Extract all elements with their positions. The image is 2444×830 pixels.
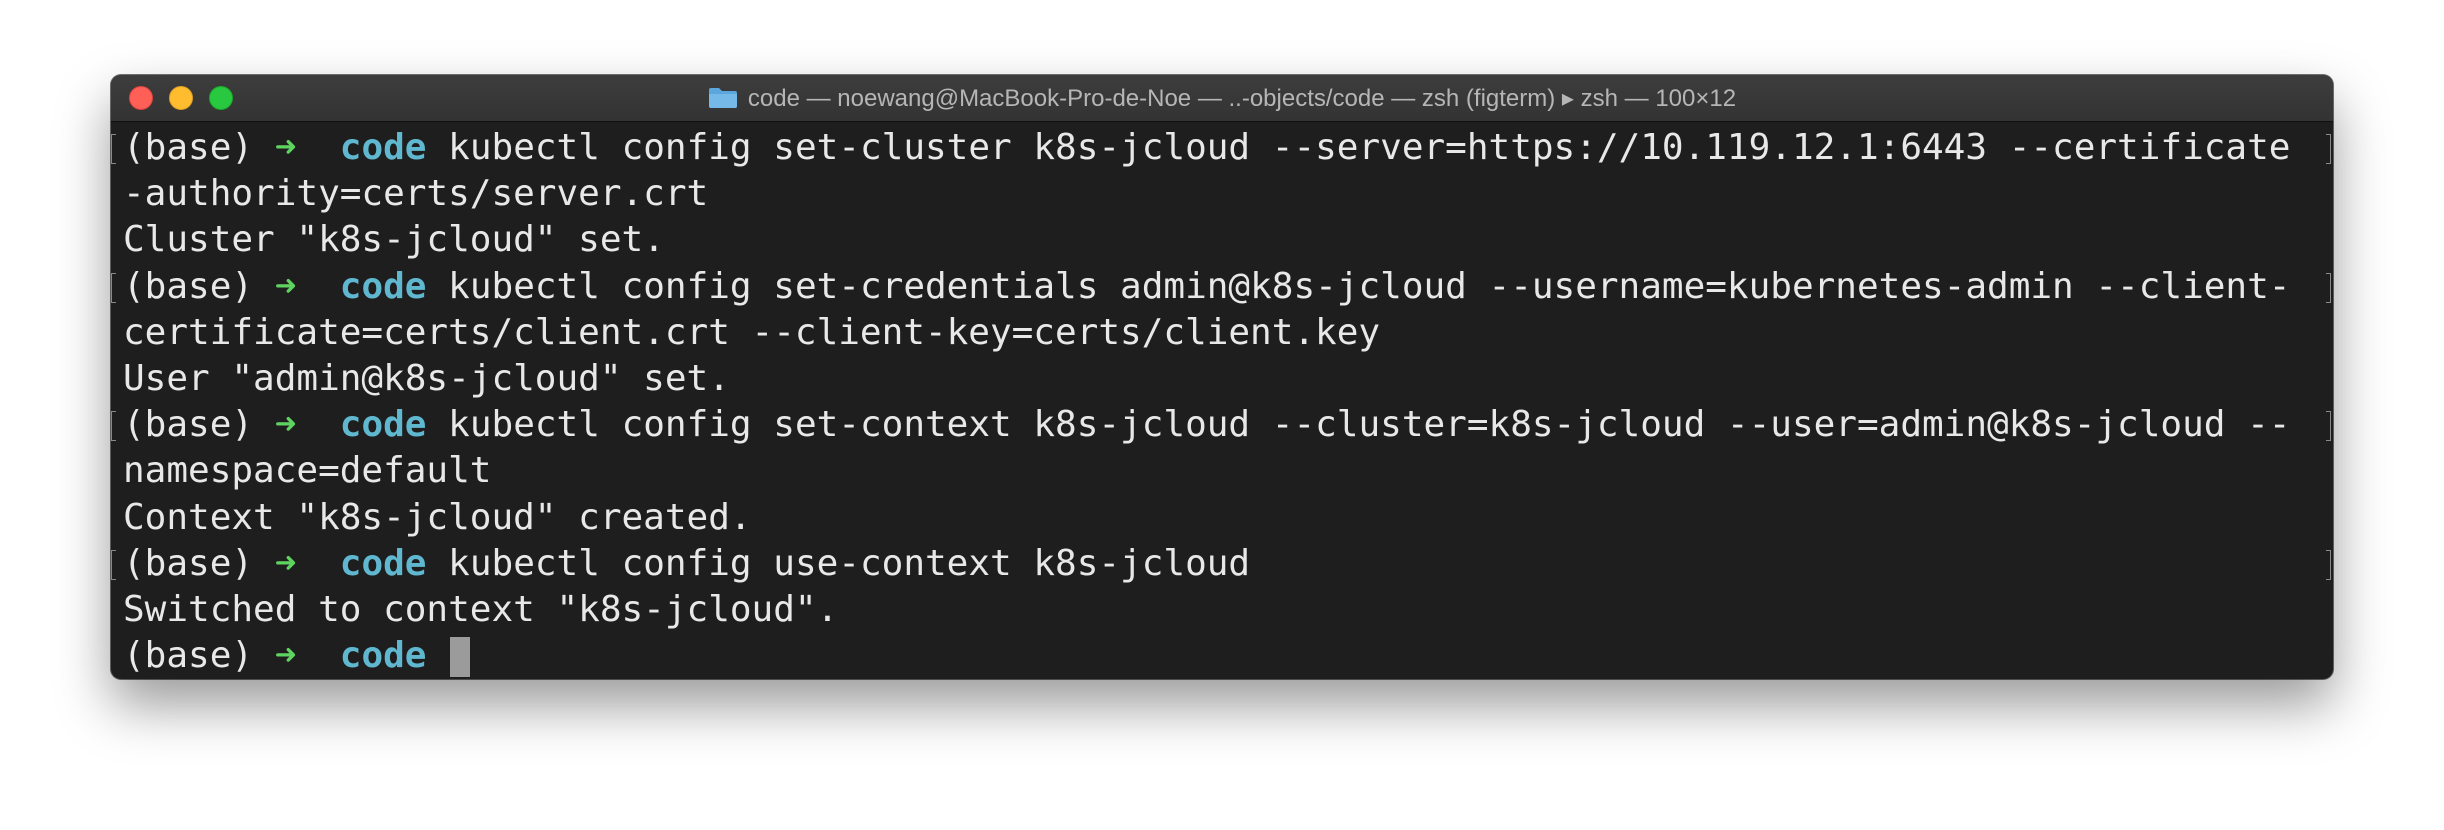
line-mark-right bbox=[2326, 549, 2331, 580]
line-mark-left bbox=[111, 411, 116, 442]
output-line: certificate=certs/client.crt --client-ke… bbox=[111, 310, 2333, 356]
window-title-area: code — noewang@MacBook-Pro-de-Noe — ..-o… bbox=[111, 75, 2333, 121]
command-text: kubectl config set-credentials admin@k8s… bbox=[448, 265, 2291, 307]
output-line: Cluster "k8s-jcloud" set. bbox=[111, 217, 2333, 263]
prompt-env: (base) bbox=[123, 635, 254, 677]
prompt-dir: code bbox=[339, 404, 427, 446]
output-line: -authority=certs/server.crt bbox=[111, 171, 2333, 217]
line-mark-left bbox=[111, 134, 116, 164]
terminal-window[interactable]: code — noewang@MacBook-Pro-de-Noe — ..-o… bbox=[111, 75, 2333, 679]
line-mark-left bbox=[111, 272, 116, 303]
prompt-env: (base) bbox=[123, 127, 254, 168]
prompt-dir: code bbox=[339, 127, 427, 168]
prompt-arrow-icon: ➜ bbox=[274, 265, 297, 307]
output-line: User "admin@k8s-jcloud" set. bbox=[111, 356, 2333, 402]
output-text: -authority=certs/server.crt bbox=[123, 173, 709, 215]
output-text: Cluster "k8s-jcloud" set. bbox=[123, 219, 665, 261]
prompt-arrow-icon: ➜ bbox=[274, 542, 297, 584]
line-mark-right bbox=[2326, 134, 2331, 164]
output-text: Context "k8s-jcloud" created. bbox=[123, 496, 752, 538]
line-mark-right bbox=[2326, 272, 2331, 303]
prompt-dir: code bbox=[339, 635, 427, 677]
text-cursor[interactable] bbox=[450, 637, 471, 678]
terminal-output[interactable]: (base) ➜ code kubectl config set-cluster… bbox=[111, 122, 2333, 679]
prompt-arrow-icon: ➜ bbox=[274, 404, 297, 446]
prompt: (base) ➜ code bbox=[123, 127, 448, 168]
output-text: namespace=default bbox=[123, 450, 492, 492]
command-line: (base) ➜ code bbox=[111, 633, 2333, 679]
prompt: (base) ➜ code bbox=[123, 404, 448, 445]
output-line: namespace=default bbox=[111, 448, 2333, 494]
command-line: (base) ➜ code kubectl config use-context… bbox=[111, 541, 2333, 587]
prompt-arrow-icon: ➜ bbox=[274, 127, 297, 168]
output-line: Context "k8s-jcloud" created. bbox=[111, 495, 2333, 541]
command-text: kubectl config use-context k8s-jcloud bbox=[448, 542, 1251, 584]
prompt-dir: code bbox=[339, 542, 427, 584]
prompt-env: (base) bbox=[123, 542, 254, 584]
command-line: (base) ➜ code kubectl config set-credent… bbox=[111, 264, 2333, 310]
title-bar[interactable]: code — noewang@MacBook-Pro-de-Noe — ..-o… bbox=[111, 75, 2333, 122]
folder-icon bbox=[708, 88, 737, 108]
prompt: (base) ➜ code bbox=[123, 635, 448, 676]
prompt-arrow-icon: ➜ bbox=[274, 635, 297, 677]
prompt-env: (base) bbox=[123, 265, 254, 307]
command-line: (base) ➜ code kubectl config set-context… bbox=[111, 402, 2333, 448]
prompt: (base) ➜ code bbox=[123, 266, 448, 307]
prompt-dir: code bbox=[339, 265, 427, 307]
output-text: certificate=certs/client.crt --client-ke… bbox=[123, 311, 1381, 353]
output-text: Switched to context "k8s-jcloud". bbox=[123, 588, 839, 630]
output-line: Switched to context "k8s-jcloud". bbox=[111, 587, 2333, 633]
window-title: code — noewang@MacBook-Pro-de-Noe — ..-o… bbox=[747, 84, 1737, 112]
command-text: kubectl config set-context k8s-jcloud --… bbox=[448, 404, 2291, 446]
command-text: kubectl config set-cluster k8s-jcloud --… bbox=[448, 127, 2291, 168]
output-text: User "admin@k8s-jcloud" set. bbox=[123, 357, 730, 399]
command-line: (base) ➜ code kubectl config set-cluster… bbox=[111, 125, 2333, 171]
prompt: (base) ➜ code bbox=[123, 543, 448, 584]
line-mark-left bbox=[111, 549, 116, 580]
line-mark-right bbox=[2326, 411, 2331, 442]
prompt-env: (base) bbox=[123, 404, 254, 446]
